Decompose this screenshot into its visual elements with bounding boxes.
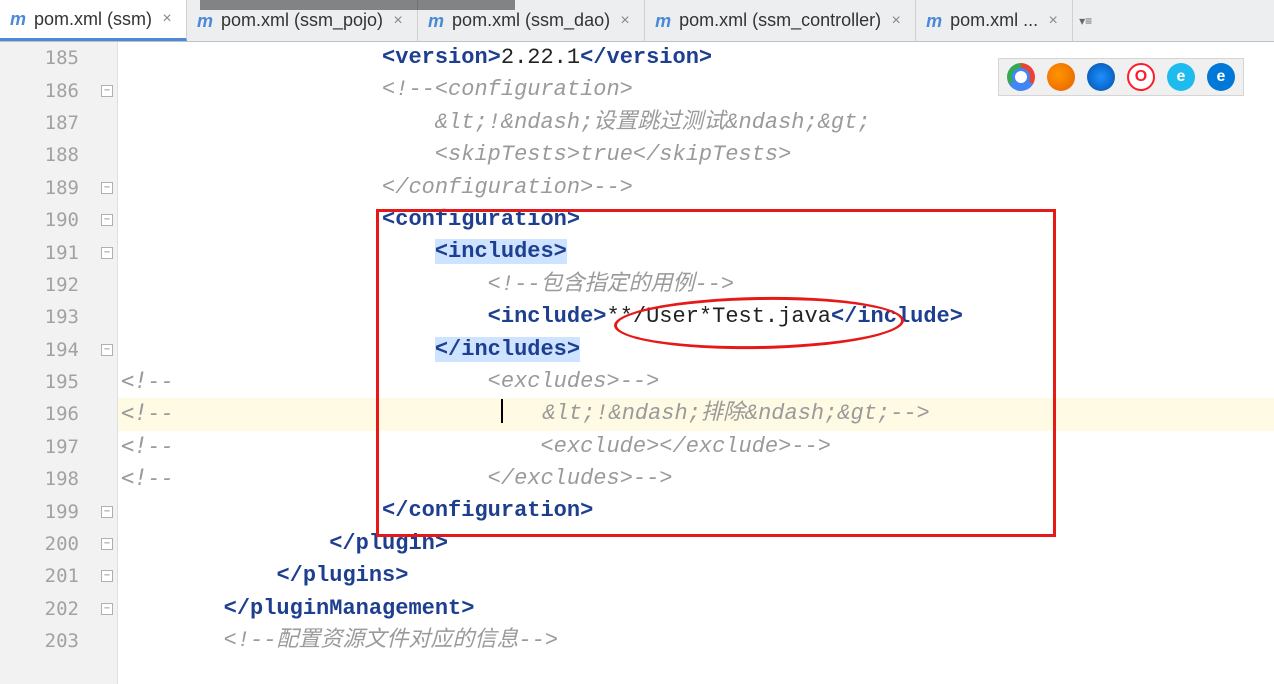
tabs-overflow-icon[interactable]: ▾≡ <box>1073 0 1098 41</box>
top-shadow <box>200 0 515 10</box>
fold-icon[interactable]: − <box>101 344 113 356</box>
line-number: 196 <box>0 398 117 430</box>
maven-icon: m <box>10 10 28 28</box>
tab-label: pom.xml (ssm) <box>34 9 152 30</box>
code-line: <!-- </excludes>--> <box>118 463 1274 495</box>
maven-icon: m <box>197 12 215 30</box>
fold-icon[interactable]: − <box>101 603 113 615</box>
line-number: 192 <box>0 269 117 301</box>
margin-comment: <!-- <box>121 463 174 495</box>
line-number: 190− <box>0 204 117 236</box>
line-number: 187 <box>0 107 117 139</box>
tab-bar: m pom.xml (ssm) × m pom.xml (ssm_pojo) ×… <box>0 0 1274 42</box>
line-number: 194− <box>0 334 117 366</box>
line-number: 189− <box>0 172 117 204</box>
code-line: </pluginManagement> <box>118 593 1274 625</box>
ie-icon[interactable]: e <box>1167 63 1195 91</box>
tab-label: pom.xml (ssm_dao) <box>452 10 610 31</box>
code-line: </plugins> <box>118 560 1274 592</box>
opera-icon[interactable]: O <box>1127 63 1155 91</box>
code-line: <!--包含指定的用例--> <box>118 269 1274 301</box>
fold-icon[interactable]: − <box>101 247 113 259</box>
maven-icon: m <box>428 12 446 30</box>
line-number: 185 <box>0 42 117 74</box>
tab-pom-ssm[interactable]: m pom.xml (ssm) × <box>0 0 187 41</box>
line-number: 199− <box>0 495 117 527</box>
code-line: </configuration>--> <box>118 172 1274 204</box>
tab-pom-more[interactable]: m pom.xml ... × <box>916 0 1073 41</box>
code-line: </plugin> <box>118 528 1274 560</box>
text-cursor <box>501 399 503 423</box>
code-line-current: <!-- &lt;!&ndash;排除&ndash;&gt;--> <box>118 398 1274 430</box>
tab-pom-ssm-controller[interactable]: m pom.xml (ssm_controller) × <box>645 0 916 41</box>
line-number: 202− <box>0 593 117 625</box>
close-icon[interactable]: × <box>160 10 174 28</box>
margin-comment: <!-- <box>121 366 174 398</box>
code-line: <!-- <excludes>--> <box>118 366 1274 398</box>
gutter: 185 186− 187 188 189− 190− 191− 192 193 … <box>0 42 118 684</box>
close-icon[interactable]: × <box>889 12 903 30</box>
editor: 185 186− 187 188 189− 190− 191− 192 193 … <box>0 42 1274 684</box>
line-number: 191− <box>0 236 117 268</box>
fold-icon[interactable]: − <box>101 182 113 194</box>
safari-icon[interactable] <box>1087 63 1115 91</box>
code-line: <includes> <box>118 236 1274 268</box>
line-number: 188 <box>0 139 117 171</box>
fold-icon[interactable]: − <box>101 570 113 582</box>
fold-icon[interactable]: − <box>101 85 113 97</box>
code-line: </includes> <box>118 334 1274 366</box>
fold-icon[interactable]: − <box>101 506 113 518</box>
line-number: 200− <box>0 528 117 560</box>
close-icon[interactable]: × <box>391 12 405 30</box>
chrome-icon[interactable] <box>1007 63 1035 91</box>
browser-preview-bar: O e e <box>998 58 1244 96</box>
line-number: 193 <box>0 301 117 333</box>
code-line: <include>**/User*Test.java</include> <box>118 301 1274 333</box>
maven-icon: m <box>926 12 944 30</box>
code-line: <configuration> <box>118 204 1274 236</box>
edge-icon[interactable]: e <box>1207 63 1235 91</box>
close-icon[interactable]: × <box>1046 12 1060 30</box>
line-number: 197 <box>0 431 117 463</box>
tab-label: pom.xml (ssm_controller) <box>679 10 881 31</box>
line-number: 201− <box>0 560 117 592</box>
line-number: 186− <box>0 74 117 106</box>
margin-comment: <!-- <box>121 431 174 463</box>
code-area[interactable]: <version>2.22.1</version> <!--<configura… <box>118 42 1274 684</box>
code-line: <!-- <exclude></exclude>--> <box>118 431 1274 463</box>
line-number: 195 <box>0 366 117 398</box>
fold-icon[interactable]: − <box>101 214 113 226</box>
tab-label: pom.xml ... <box>950 10 1038 31</box>
tab-label: pom.xml (ssm_pojo) <box>221 10 383 31</box>
firefox-icon[interactable] <box>1047 63 1075 91</box>
code-line: &lt;!&ndash;设置跳过测试&ndash;&gt; <box>118 107 1274 139</box>
margin-comment: <!-- <box>121 398 174 430</box>
line-number: 198 <box>0 463 117 495</box>
code-line: <skipTests>true</skipTests> <box>118 139 1274 171</box>
line-number: 203 <box>0 625 117 657</box>
code-line: <!--配置资源文件对应的信息--> <box>118 625 1274 657</box>
code-line: </configuration> <box>118 495 1274 527</box>
close-icon[interactable]: × <box>618 12 632 30</box>
fold-icon[interactable]: − <box>101 538 113 550</box>
maven-icon: m <box>655 12 673 30</box>
